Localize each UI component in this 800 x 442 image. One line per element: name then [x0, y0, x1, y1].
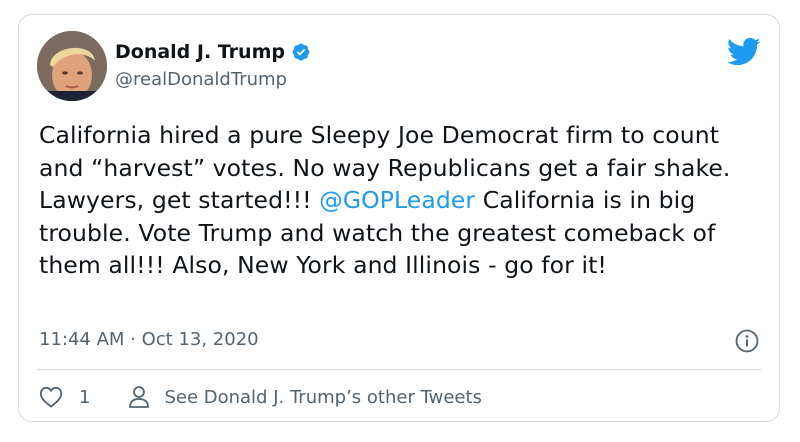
author-handle[interactable]: @realDonaldTrump: [115, 69, 287, 90]
avatar[interactable]: [37, 31, 107, 101]
see-other-tweets-label: See Donald J. Trump’s other Tweets: [164, 386, 482, 408]
like-button[interactable]: 1: [39, 386, 90, 408]
like-count: 1: [79, 386, 91, 408]
tweet-timestamp[interactable]: 11:44 AM · Oct 13, 2020: [39, 329, 259, 350]
mention-link[interactable]: @GOPLeader: [319, 186, 475, 214]
author-name-row[interactable]: Donald J. Trump: [115, 41, 311, 63]
tweet-text: California hired a pure Sleepy Joe Democ…: [39, 119, 769, 282]
author-display-name[interactable]: Donald J. Trump: [115, 41, 285, 63]
tweet-actions: 1 See Donald J. Trump’s other Tweets: [39, 385, 482, 409]
tweet-card: Donald J. Trump @realDonaldTrump Califor…: [18, 14, 780, 422]
see-other-tweets-link[interactable]: See Donald J. Trump’s other Tweets: [128, 385, 482, 409]
heart-icon: [39, 386, 63, 408]
person-icon: [129, 386, 150, 408]
info-icon[interactable]: [735, 329, 759, 353]
verified-badge-icon: [292, 43, 310, 61]
divider: [37, 369, 761, 370]
twitter-bird-icon[interactable]: [727, 37, 761, 67]
